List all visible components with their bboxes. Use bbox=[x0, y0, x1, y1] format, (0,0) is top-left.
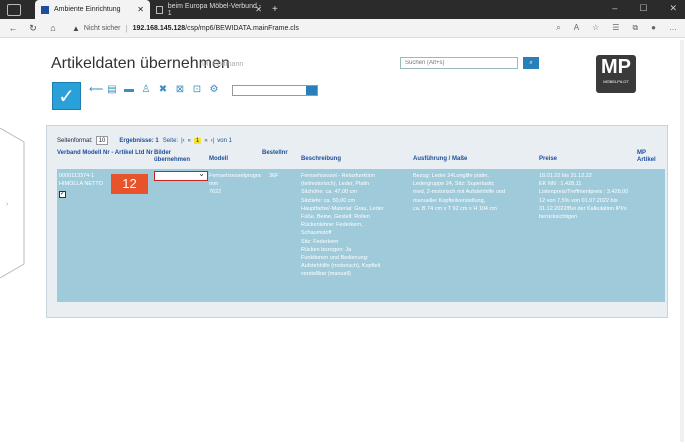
minimize-icon[interactable]: – bbox=[612, 3, 617, 14]
csv-icon[interactable]: ▬ bbox=[123, 84, 135, 96]
cell-ausfuehrung: Bezug: Leder 24Longlife platin, Ledergru… bbox=[413, 173, 506, 212]
close-icon[interactable]: ✕ bbox=[255, 5, 262, 14]
table-header: Verband Modell Nr - Artikel Ltd Nr Bilde… bbox=[57, 148, 665, 168]
user-settings-icon[interactable]: ♙ bbox=[140, 84, 152, 96]
col-header-ausfuehrung[interactable]: Ausführung / Maße bbox=[413, 156, 467, 163]
browser-actions: ⌕ A ☆ ☰ ⧉ ● … bbox=[556, 23, 677, 33]
results-count: Ergebnisse: 1 bbox=[119, 137, 159, 144]
of-pages: von 1 bbox=[217, 137, 232, 144]
chevron-down-icon bbox=[306, 86, 317, 95]
col-header-verband[interactable]: Verband Modell Nr - Artikel Ltd Nr bbox=[57, 150, 153, 157]
tab-europa[interactable]: beim Europa Möbel-Verbund - 1 ✕ bbox=[150, 0, 268, 19]
col-header-mp-artikel[interactable]: MP Artikel bbox=[637, 150, 663, 164]
col-header-bestellnr[interactable]: Bestellnr bbox=[262, 150, 294, 157]
home-icon[interactable]: ⌂ bbox=[46, 23, 60, 33]
favorite-icon[interactable]: ☆ bbox=[592, 23, 599, 33]
back-arrow-icon[interactable]: ⟵ bbox=[89, 84, 103, 96]
col-header-preise[interactable]: Preise bbox=[539, 156, 557, 163]
read-aloud-icon[interactable]: A bbox=[574, 23, 579, 33]
collections-icon[interactable]: ⧉ bbox=[632, 23, 638, 33]
document-icon[interactable]: ▤ bbox=[106, 84, 118, 96]
confirm-button[interactable]: ✓ bbox=[52, 82, 81, 110]
search-icon[interactable]: ⌕ bbox=[556, 23, 560, 33]
next-page-icon[interactable]: » bbox=[204, 138, 207, 144]
search-input[interactable] bbox=[400, 57, 518, 69]
cell-bestellnr: 36F bbox=[269, 173, 279, 179]
current-page[interactable]: 1 bbox=[193, 137, 202, 144]
divider: | bbox=[125, 23, 128, 33]
search-button[interactable]: ⌕ bbox=[523, 57, 539, 69]
pager: Seitenformat: 10 Ergebnisse: 1 Seite: |‹… bbox=[57, 135, 302, 146]
security-label[interactable]: Nicht sicher bbox=[84, 25, 121, 32]
per-page-label: Seitenformat: bbox=[57, 137, 93, 144]
url-field[interactable]: 192.168.145.128/csp/mp6/BEWIDATA.mainFra… bbox=[133, 25, 299, 32]
col-header-beschreibung[interactable]: Beschreibung bbox=[301, 156, 341, 163]
new-tab-icon[interactable]: + bbox=[272, 4, 278, 15]
scrollbar[interactable] bbox=[680, 40, 684, 442]
step-badge: 12 bbox=[111, 174, 148, 194]
address-bar: ← ↻ ⌂ ▲ Nicht sicher | 192.168.145.128/c… bbox=[0, 19, 685, 38]
results-panel: Seitenformat: 10 Ergebnisse: 1 Seite: |‹… bbox=[46, 125, 668, 318]
per-page-input[interactable]: 10 bbox=[95, 136, 109, 145]
page-icon bbox=[156, 5, 163, 14]
excel-import-icon[interactable]: ⊠ bbox=[174, 84, 186, 96]
cell-preise: 18.01.22 bis 31.12.22 EK NN : 1.428,11 L… bbox=[539, 173, 629, 221]
close-icon[interactable]: ✕ bbox=[137, 5, 144, 14]
svg-text:›: › bbox=[6, 201, 9, 208]
col-header-bilder[interactable]: Bilder übernehmen bbox=[154, 150, 204, 164]
window-menu-icon[interactable] bbox=[7, 3, 21, 16]
excel-icon[interactable]: ✖ bbox=[157, 84, 169, 96]
col-header-modell[interactable]: Modell bbox=[209, 156, 228, 163]
cell-verband: 0000113374-1 HIMOLLA NETTO bbox=[59, 173, 103, 188]
more-icon[interactable]: … bbox=[669, 23, 677, 33]
bilder-select[interactable] bbox=[154, 169, 208, 181]
first-page-icon[interactable]: |‹ bbox=[181, 138, 185, 144]
tab-label: beim Europa Möbel-Verbund - 1 bbox=[167, 2, 262, 17]
user-name: Uli Flottmann bbox=[202, 61, 244, 68]
last-page-icon[interactable]: ›| bbox=[211, 138, 215, 144]
excel-export-icon[interactable]: ⊡ bbox=[191, 84, 203, 96]
close-window-icon[interactable]: ✕ bbox=[669, 3, 677, 14]
toolbar: ⟵ ▤ ▬ ♙ ✖ ⊠ ⊡ ⚙ bbox=[89, 84, 220, 96]
cell-beschreibung: Fernsehsessel - Relaxfunktion (teilmotor… bbox=[301, 173, 384, 278]
page-label: Seite: bbox=[162, 137, 179, 144]
side-drawer-handle[interactable]: › bbox=[0, 128, 39, 278]
browser-tab-bar: Ambiente Einrichtung ✕ beim Europa Möbel… bbox=[0, 0, 685, 19]
reload-icon[interactable]: ↻ bbox=[26, 23, 40, 34]
moebelpilot-logo: MP MÖBELPILOT bbox=[596, 55, 636, 93]
prev-page-icon[interactable]: « bbox=[188, 138, 191, 144]
mp-favicon-icon bbox=[41, 5, 49, 14]
maximize-icon[interactable]: ☐ bbox=[639, 3, 647, 14]
tab-ambiente[interactable]: Ambiente Einrichtung ✕ bbox=[35, 0, 150, 19]
settings-icon[interactable]: ⚙ bbox=[208, 84, 220, 96]
toolbar-select[interactable] bbox=[232, 85, 318, 96]
cell-modell: Fernsehsesselprogra mm 7622 bbox=[209, 173, 261, 196]
tab-label: Ambiente Einrichtung bbox=[54, 6, 121, 13]
warning-icon: ▲ bbox=[72, 23, 80, 33]
back-icon[interactable]: ← bbox=[6, 23, 20, 33]
window-controls: – ☐ ✕ bbox=[612, 3, 677, 14]
favorites-bar-icon[interactable]: ☰ bbox=[612, 23, 619, 33]
profile-icon[interactable]: ● bbox=[651, 23, 656, 33]
table-row[interactable]: 0000113374-1 HIMOLLA NETTO ✓ 12 Fernsehs… bbox=[57, 169, 665, 302]
select-checkbox[interactable]: ✓ bbox=[59, 191, 66, 198]
